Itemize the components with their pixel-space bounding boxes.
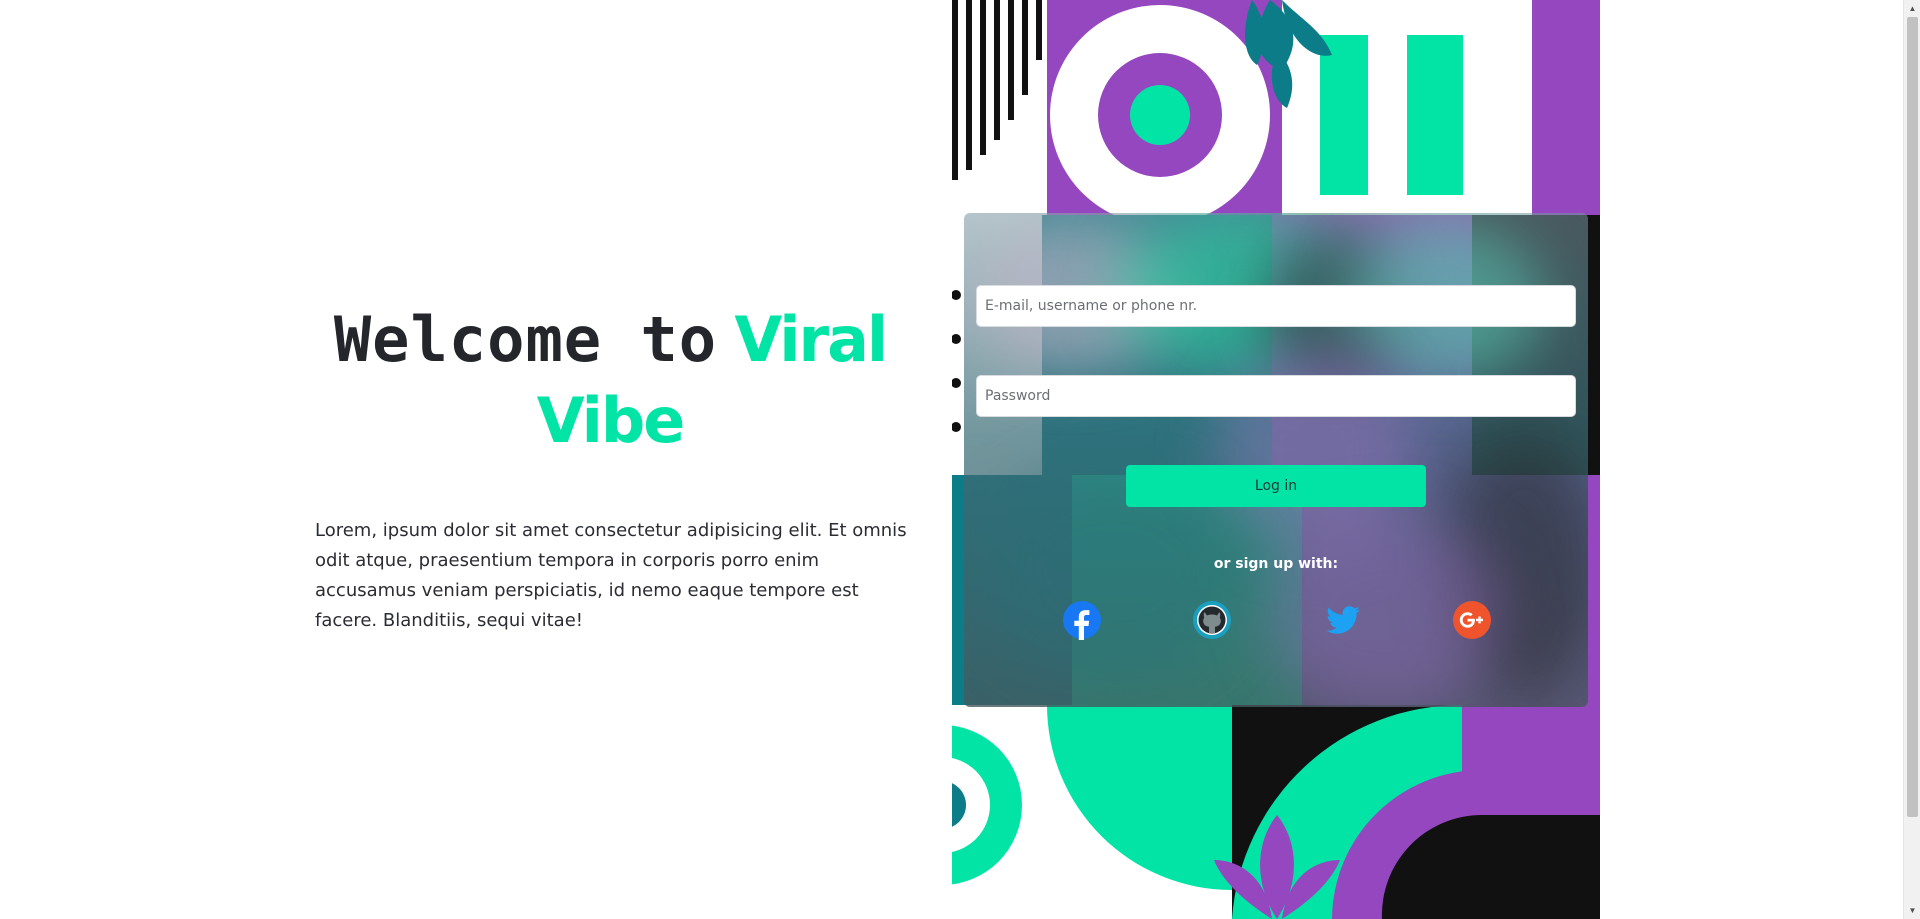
hero-title: Welcome to Viral Vibe (310, 300, 910, 462)
github-button[interactable] (1192, 600, 1232, 640)
login-button[interactable]: Log in (1126, 465, 1426, 507)
identity-field[interactable] (976, 285, 1576, 327)
facebook-icon (1063, 601, 1101, 640)
hero-section: Welcome to Viral Vibe Lorem, ipsum dolor… (310, 300, 910, 631)
signup-label: or sign up with: (1213, 556, 1339, 572)
google-plus-icon (1453, 601, 1491, 639)
facebook-button[interactable] (1062, 600, 1102, 640)
page-scrollbar[interactable]: ▲ ▼ (1903, 0, 1920, 919)
twitter-button[interactable] (1322, 600, 1362, 640)
hero-title-brand-first: Viral (734, 303, 888, 376)
identity-input[interactable] (985, 298, 1575, 314)
google-plus-button[interactable] (1452, 600, 1492, 640)
login-card: Log in or sign up with: (964, 213, 1588, 707)
hero-title-brand-second: Vibe (536, 384, 686, 457)
scrollbar-thumb[interactable] (1907, 17, 1918, 817)
password-field[interactable] (976, 375, 1576, 417)
twitter-icon (1326, 606, 1360, 634)
scroll-down-arrow-icon[interactable]: ▼ (1904, 902, 1920, 919)
github-icon (1193, 601, 1231, 639)
hero-title-welcome: Welcome to (333, 303, 718, 376)
password-input[interactable] (985, 388, 1575, 404)
hero-description: Lorem, ipsum dolor sit amet consectetur … (315, 520, 907, 631)
scroll-up-arrow-icon[interactable]: ▲ (1904, 0, 1920, 17)
